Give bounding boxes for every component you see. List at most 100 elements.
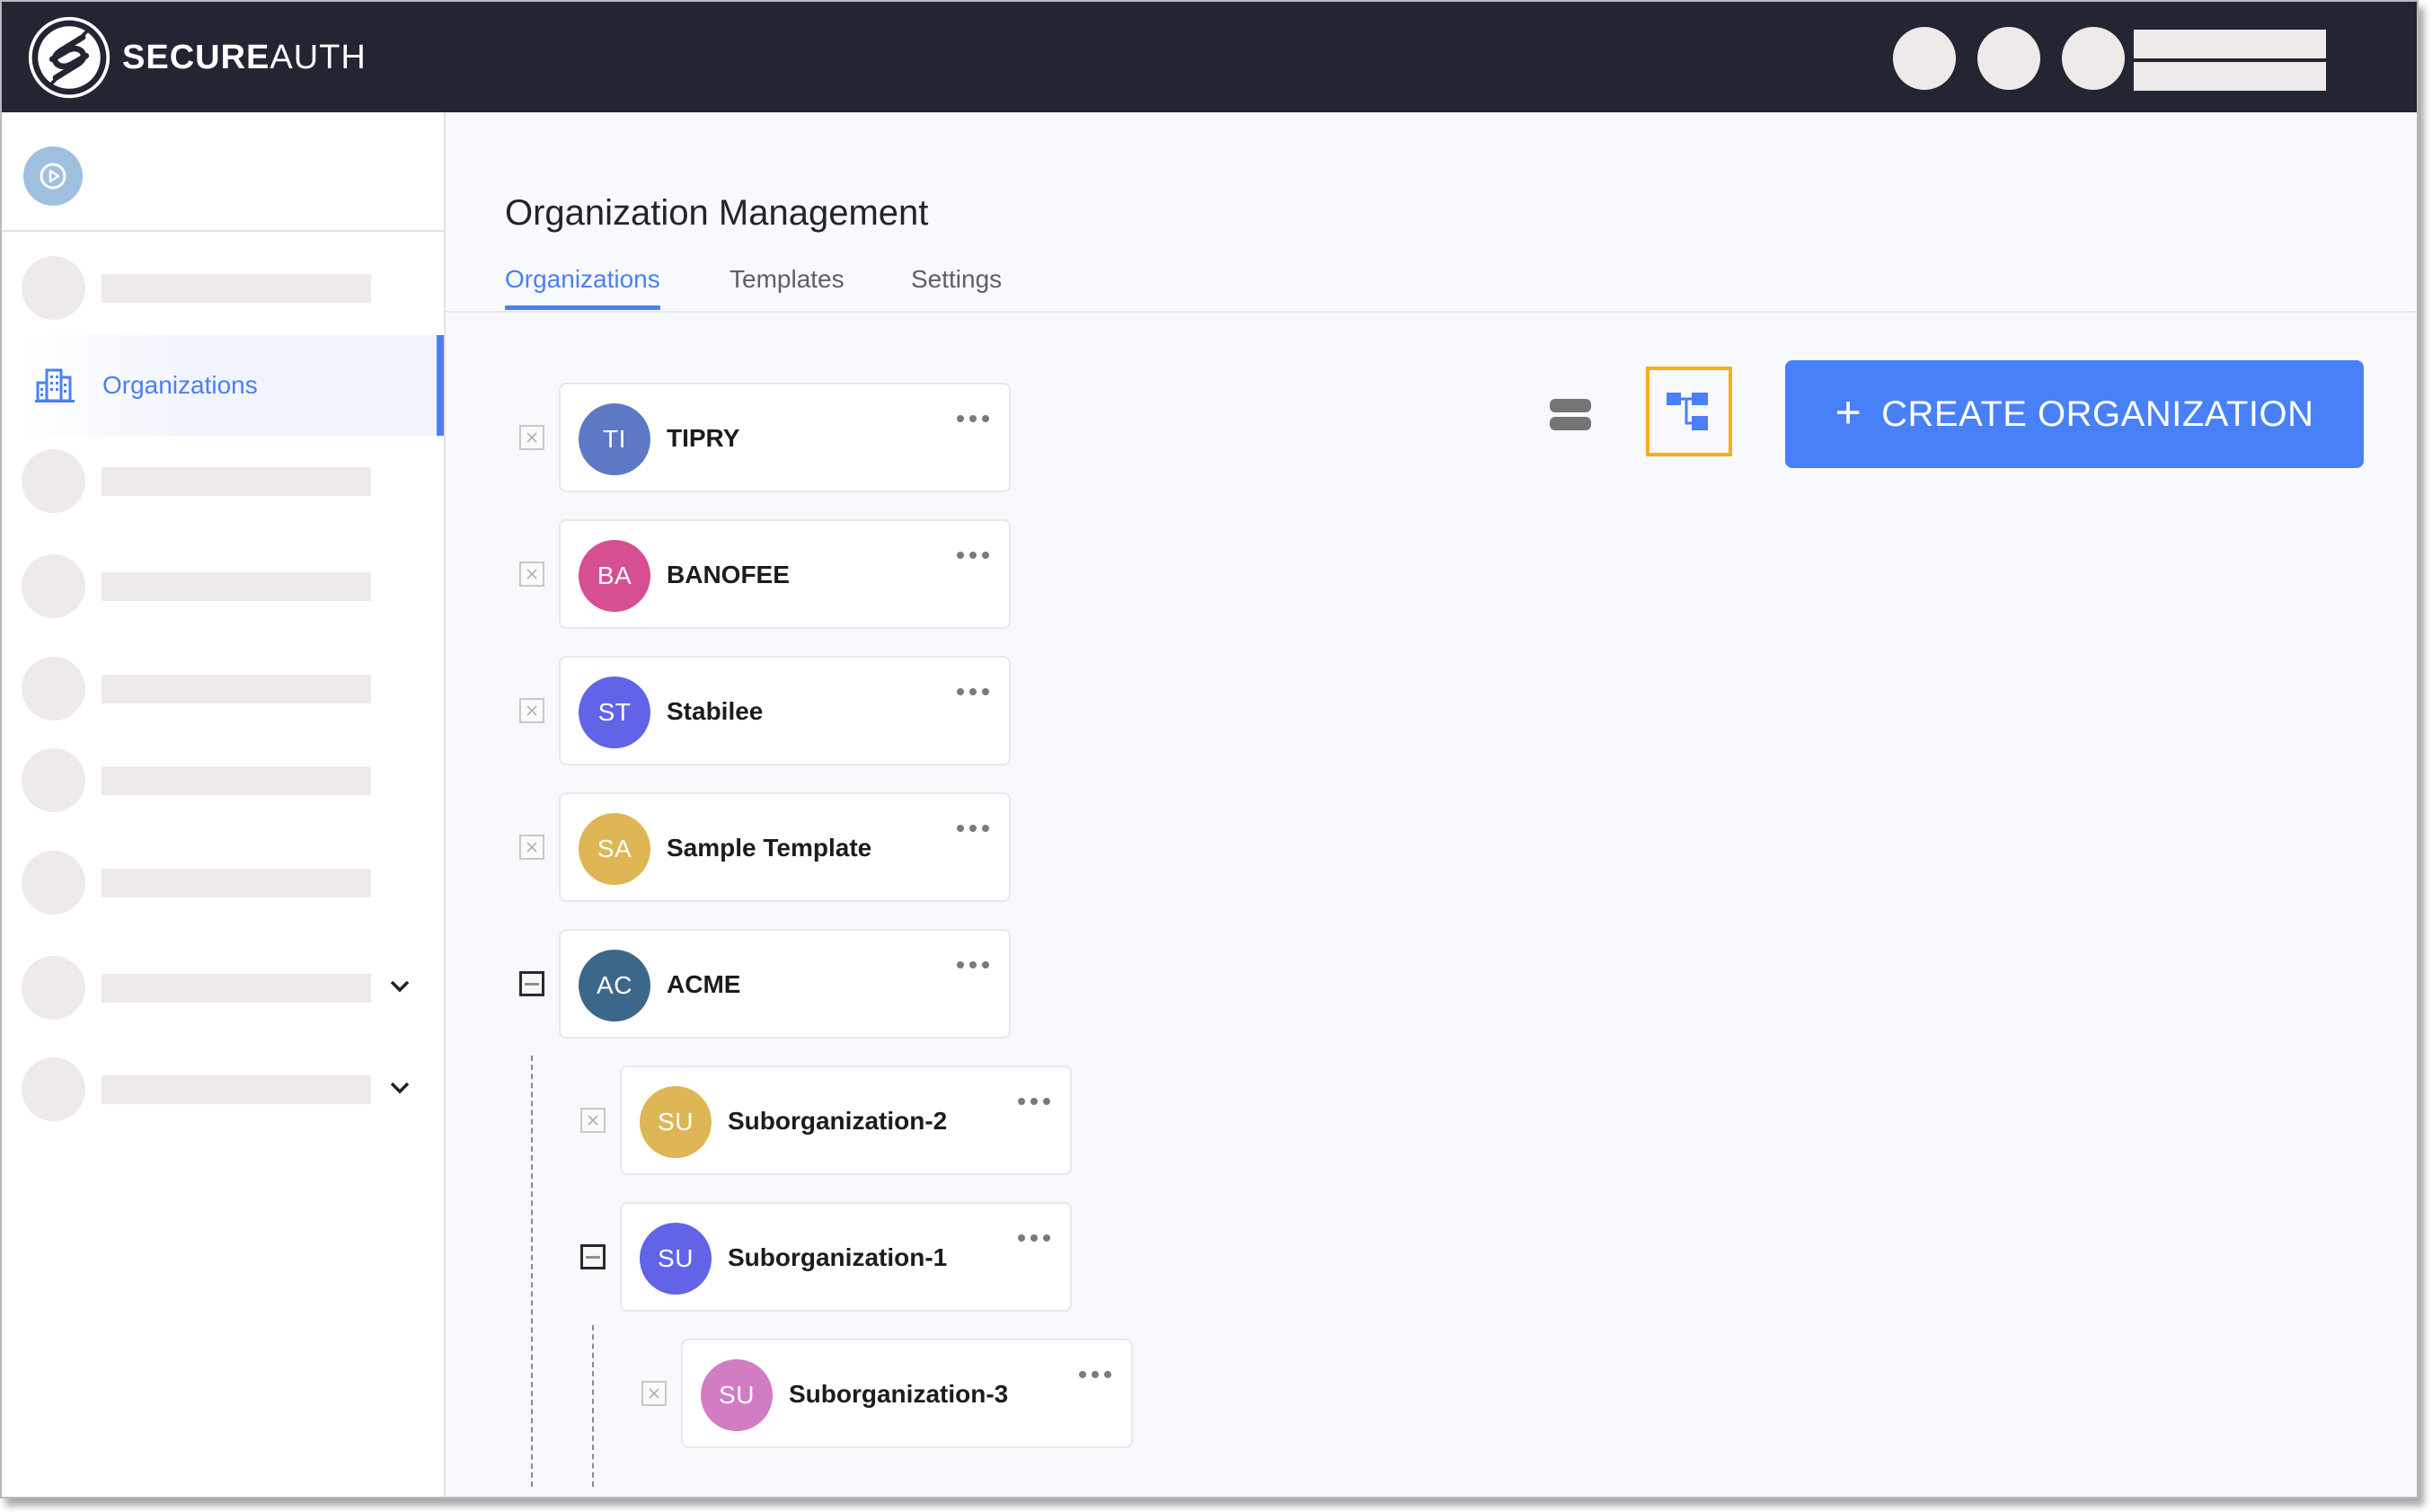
top-bar: SECUREAUTH — [2, 2, 2417, 112]
close-x-icon — [526, 842, 537, 853]
leaf-toggle[interactable] — [580, 1108, 606, 1133]
placeholder-label — [102, 572, 371, 601]
chevron-down-icon[interactable] — [386, 976, 413, 997]
active-indicator — [437, 335, 444, 436]
chevron-down-icon[interactable] — [386, 1077, 413, 1099]
tree-connector-line — [592, 1325, 594, 1487]
close-x-icon — [649, 1388, 659, 1399]
sidebar-placeholder-item[interactable] — [22, 748, 408, 813]
more-options-icon[interactable] — [957, 411, 989, 426]
more-options-icon[interactable] — [1018, 1231, 1050, 1245]
sidebar: Organizations — [2, 112, 446, 1497]
brand-name: SECUREAUTH — [122, 40, 367, 75]
more-options-icon[interactable] — [1018, 1094, 1050, 1109]
collapse-toggle[interactable] — [580, 1244, 606, 1269]
brand-name-light: AUTH — [270, 39, 367, 76]
more-options-icon[interactable] — [957, 685, 989, 699]
org-avatar: SU — [640, 1086, 712, 1158]
placeholder-label — [102, 869, 371, 897]
sidebar-placeholder-item[interactable] — [22, 657, 408, 721]
list-view-icon — [1550, 398, 1591, 412]
org-avatar: SU — [640, 1223, 712, 1295]
placeholder-label — [102, 974, 371, 1003]
plus-icon: + — [1835, 387, 1862, 438]
placeholder-label — [102, 675, 371, 703]
org-card[interactable]: SU Suborganization-1 — [620, 1202, 1072, 1312]
sidebar-header — [2, 112, 444, 232]
org-avatar: BA — [579, 540, 650, 612]
placeholder-icon — [22, 657, 85, 721]
placeholder-icon — [22, 851, 85, 915]
sidebar-item-organizations[interactable]: Organizations — [22, 335, 444, 436]
org-name: TIPRY — [667, 424, 740, 452]
sidebar-placeholder-group[interactable] — [22, 956, 410, 1021]
org-name: Suborganization-1 — [728, 1243, 948, 1271]
org-name: Sample Template — [667, 834, 872, 862]
org-tree-node: SU Suborganization-1 — [580, 1202, 1083, 1312]
org-name: Suborganization-3 — [789, 1380, 1009, 1408]
header-placeholder-bar-2 — [2134, 62, 2326, 91]
sidebar-placeholder-item[interactable] — [22, 851, 408, 915]
sidebar-toggle-button[interactable] — [23, 146, 83, 206]
org-avatar: SA — [579, 813, 650, 885]
leaf-toggle[interactable] — [519, 561, 544, 587]
sidebar-placeholder-item[interactable] — [22, 449, 408, 514]
brand-logo[interactable]: SECUREAUTH — [27, 16, 367, 99]
org-card[interactable]: SU Suborganization-3 — [681, 1339, 1133, 1448]
org-tree-node: SA Sample Template — [519, 792, 1022, 902]
placeholder-label — [102, 766, 371, 795]
placeholder-icon — [22, 748, 85, 812]
create-organization-button[interactable]: + CREATE ORGANIZATION — [1785, 360, 2364, 468]
tab-settings[interactable]: Settings — [911, 265, 1002, 310]
org-card[interactable]: SU Suborganization-2 — [620, 1065, 1072, 1175]
collapse-toggle[interactable] — [519, 971, 544, 996]
secureauth-logo-icon — [28, 16, 111, 99]
header-placeholder-icon-2[interactable] — [1977, 27, 2040, 90]
org-card[interactable]: ST Stabilee — [559, 656, 1011, 765]
list-view-button[interactable] — [1543, 391, 1597, 438]
org-tree-node: SU Suborganization-3 — [641, 1339, 1145, 1448]
org-tree-node: AC ACME — [519, 929, 1022, 1039]
tree-connector-line — [531, 1056, 533, 1487]
placeholder-icon — [22, 256, 85, 320]
placeholder-icon — [22, 554, 85, 618]
org-tree-node: TI TIPRY — [519, 383, 1022, 492]
more-options-icon[interactable] — [957, 821, 989, 836]
tab-organizations[interactable]: Organizations — [505, 265, 660, 310]
leaf-toggle[interactable] — [519, 425, 544, 450]
leaf-toggle[interactable] — [519, 698, 544, 723]
leaf-toggle[interactable] — [641, 1381, 667, 1406]
tree-view-icon — [1667, 393, 1708, 430]
brand-name-bold: SECURE — [122, 39, 270, 76]
sidebar-item-label: Organizations — [102, 371, 258, 399]
leaf-toggle[interactable] — [519, 835, 544, 860]
list-view-icon-bar — [1550, 416, 1591, 430]
header-placeholder-icon-3[interactable] — [2062, 27, 2125, 90]
header-placeholder-icon-1[interactable] — [1893, 27, 1956, 90]
org-card[interactable]: BA BANOFEE — [559, 519, 1011, 629]
placeholder-icon — [22, 956, 85, 1020]
tree-view-button[interactable] — [1646, 367, 1732, 456]
sidebar-placeholder-group[interactable] — [22, 1057, 410, 1122]
placeholder-icon — [22, 449, 85, 513]
app-window: SECUREAUTH Organizations Organization Ma… — [0, 0, 2419, 1499]
org-card[interactable]: TI TIPRY — [559, 383, 1011, 492]
placeholder-label — [102, 274, 371, 303]
org-tree-node: ST Stabilee — [519, 656, 1022, 765]
more-options-icon[interactable] — [1079, 1367, 1111, 1382]
header-placeholder-bar-1 — [2134, 30, 2326, 58]
org-avatar: SU — [701, 1359, 773, 1431]
close-x-icon — [526, 432, 537, 443]
more-options-icon[interactable] — [957, 958, 989, 972]
more-options-icon[interactable] — [957, 548, 989, 562]
close-x-icon — [588, 1115, 598, 1126]
tab-templates[interactable]: Templates — [730, 265, 845, 310]
sidebar-placeholder-item[interactable] — [22, 554, 408, 619]
tab-bar: Organizations Templates Settings — [446, 265, 2417, 313]
org-avatar: TI — [579, 403, 650, 475]
org-card[interactable]: AC ACME — [559, 929, 1011, 1039]
org-card[interactable]: SA Sample Template — [559, 792, 1011, 902]
page-title: Organization Management — [505, 193, 929, 233]
close-x-icon — [526, 705, 537, 716]
sidebar-placeholder-item[interactable] — [22, 256, 408, 321]
